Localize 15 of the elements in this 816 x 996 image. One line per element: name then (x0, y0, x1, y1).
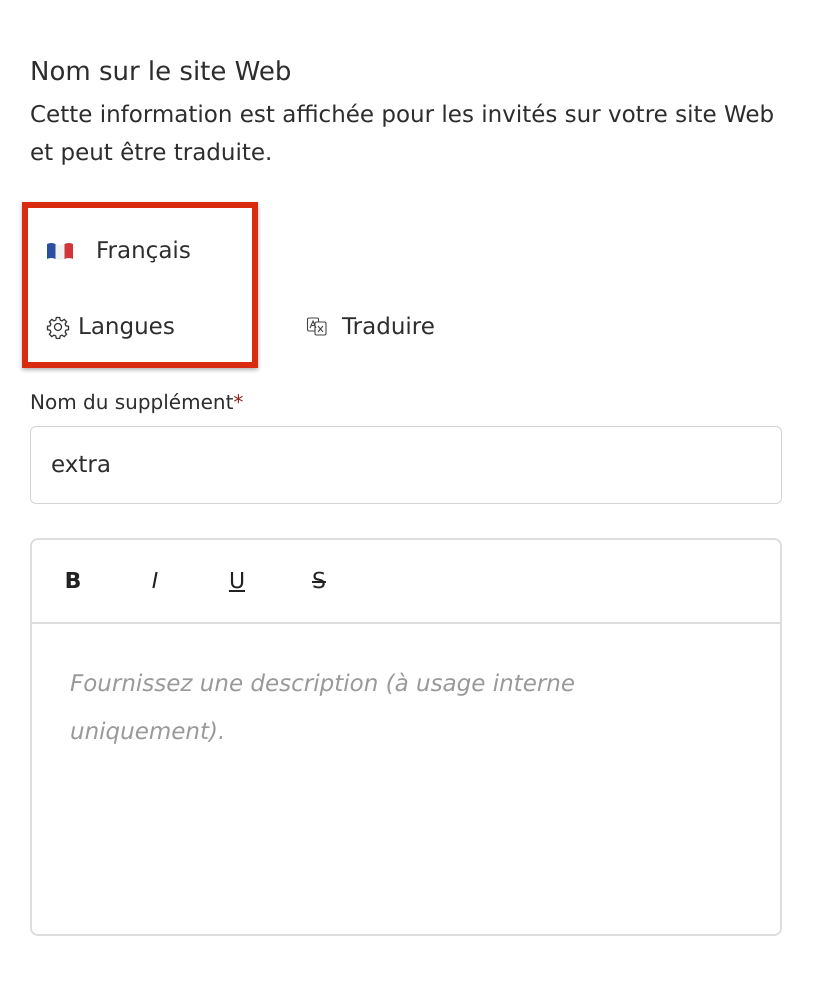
translate-button[interactable]: Traduire (306, 314, 435, 340)
name-input-field[interactable]: extra (30, 426, 782, 504)
flag-icon (46, 241, 74, 261)
format-button[interactable]: U (216, 568, 258, 594)
gear-icon (46, 315, 70, 339)
section-title: Nom sur le site Web (30, 56, 292, 89)
format-button[interactable]: S (298, 568, 340, 594)
field-label: Nom du supplément* (30, 390, 244, 414)
format-button[interactable]: I (134, 568, 176, 594)
format-button[interactable]: B (52, 568, 94, 594)
translate-icon (306, 316, 328, 338)
description-field[interactable]: Fournissez une description (à usage interne uniquement). (30, 624, 782, 936)
section-description: Cette information est affichée pour les invités sur votre site Web et peut être traduite. (30, 101, 775, 168)
language-name: Français (96, 238, 191, 264)
languages-button[interactable]: Langues (46, 314, 252, 340)
